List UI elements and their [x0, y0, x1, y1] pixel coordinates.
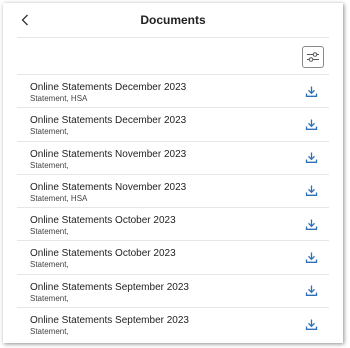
download-icon [305, 152, 317, 164]
document-subtitle: Statement, HSA [30, 193, 88, 203]
header: Documents [3, 3, 343, 37]
document-subtitle: Statement, [30, 160, 69, 170]
document-subtitle: Statement, [30, 260, 69, 270]
download-button[interactable] [303, 283, 319, 299]
list-item[interactable]: Online Statements December 2023 Statemen… [17, 74, 329, 107]
download-icon [305, 252, 317, 263]
download-icon [305, 219, 317, 230]
back-button[interactable] [17, 11, 33, 29]
download-icon [305, 319, 317, 330]
download-icon [305, 119, 317, 130]
list-item[interactable]: Online Statements November 2023 Statemen… [17, 140, 329, 174]
list-item[interactable]: Online Statements October 2023 Statement… [17, 240, 329, 273]
document-title: Online Statements December 2023 [30, 82, 187, 93]
document-title: Online Statements November 2023 [30, 148, 187, 160]
document-title: Online Statements October 2023 [30, 215, 176, 227]
list-item[interactable]: Online Statements November 2023 Statemen… [17, 173, 329, 207]
download-icon [305, 185, 317, 197]
document-title: Online Statements December 2023 [30, 115, 187, 127]
documents-screen: Documents Online Statements December 202… [3, 3, 343, 343]
document-title: Online Statements September 2023 [30, 281, 189, 293]
document-title: Online Statements September 2023 [30, 315, 189, 327]
document-subtitle: Statement, [30, 127, 69, 137]
document-list: Online Statements December 2023 Statemen… [17, 74, 329, 340]
download-button[interactable] [303, 249, 319, 265]
document-subtitle: Statement, [30, 293, 69, 303]
download-button[interactable] [303, 316, 319, 332]
download-button[interactable] [303, 150, 319, 166]
toolbar [3, 38, 343, 74]
document-subtitle: Statement, [30, 227, 69, 237]
download-icon [305, 285, 317, 297]
list-item[interactable]: Online Statements October 2023 Statement… [17, 207, 329, 240]
list-item[interactable]: Online Statements September 2023 Stateme… [17, 273, 329, 307]
filter-button[interactable] [302, 46, 324, 68]
list-item[interactable]: Online Statements September 2023 Stateme… [17, 307, 329, 340]
document-title: Online Statements October 2023 [30, 248, 176, 260]
download-button[interactable] [303, 83, 319, 99]
download-icon [305, 86, 317, 97]
document-subtitle: Statement, HSA [30, 94, 88, 103]
download-button[interactable] [303, 183, 319, 199]
page-title: Documents [140, 13, 206, 27]
document-subtitle: Statement, [30, 327, 69, 337]
sliders-icon [307, 52, 319, 62]
download-button[interactable] [303, 216, 319, 232]
download-button[interactable] [303, 116, 319, 132]
document-title: Online Statements November 2023 [30, 181, 187, 193]
chevron-left-icon [21, 14, 28, 26]
list-item[interactable]: Online Statements December 2023 Statemen… [17, 107, 329, 140]
